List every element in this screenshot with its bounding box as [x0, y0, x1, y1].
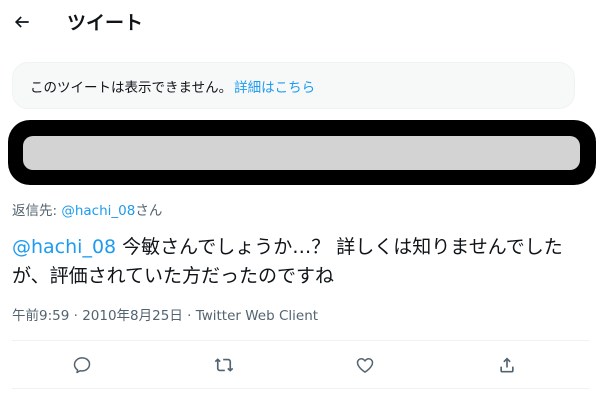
- tweet-client[interactable]: Twitter Web Client: [196, 308, 318, 324]
- divider: [12, 340, 590, 341]
- replying-to: 返信先: @hachi_08さん: [12, 202, 162, 220]
- retweet-icon: [213, 355, 235, 375]
- tweet-metadata: 午前9:59 · 2010年8月25日 · Twitter Web Client: [12, 307, 318, 325]
- unavailable-notice: このツイートは表示できません。 詳細はこちら: [12, 62, 575, 109]
- replying-to-suffix: さん: [135, 203, 163, 219]
- share-button[interactable]: [494, 352, 520, 378]
- top-bar: ツイート: [0, 0, 603, 46]
- reply-button[interactable]: [69, 352, 95, 378]
- back-button[interactable]: [8, 8, 36, 36]
- tweet-text: @hachi_08 今敏さんでしょうか…？ 詳しくは知りませんでしたが、評価され…: [12, 233, 582, 291]
- share-icon: [497, 355, 517, 375]
- tweet-date[interactable]: 2010年8月25日: [82, 308, 183, 324]
- redacted-content: [23, 136, 580, 170]
- tweet-time[interactable]: 午前9:59: [12, 308, 69, 324]
- back-arrow-icon: [12, 12, 32, 32]
- learn-more-link[interactable]: 詳細はこちら: [234, 76, 315, 96]
- like-button[interactable]: [352, 352, 378, 378]
- page-title: ツイート: [67, 12, 144, 34]
- notice-text: このツイートは表示できません。: [30, 79, 233, 96]
- divider: [12, 388, 590, 389]
- action-bar: [0, 342, 603, 388]
- tweet-mention[interactable]: @hachi_08: [12, 236, 116, 258]
- meta-separator: ·: [69, 308, 83, 324]
- retweet-button[interactable]: [211, 352, 237, 378]
- like-icon: [355, 355, 375, 375]
- replying-to-label: 返信先:: [12, 203, 62, 219]
- meta-separator: ·: [182, 308, 196, 324]
- reply-icon: [72, 355, 92, 375]
- replying-to-handle[interactable]: @hachi_08: [61, 203, 135, 219]
